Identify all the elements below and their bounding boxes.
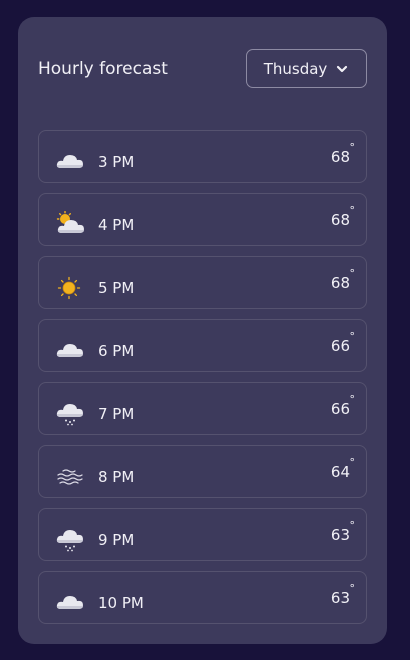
forecast-temp: 68 xyxy=(330,274,350,292)
forecast-temp: 64 xyxy=(330,463,350,481)
forecast-row: 4 PM 68 ° xyxy=(38,193,367,246)
forecast-time: 8 PM xyxy=(98,468,135,486)
forecast-time: 5 PM xyxy=(98,279,135,297)
forecast-time: 3 PM xyxy=(98,153,135,171)
cloud-icon xyxy=(56,155,83,168)
forecast-row: 5 PM 68 ° xyxy=(38,256,367,309)
forecast-time: 10 PM xyxy=(98,594,144,612)
cloud-icon xyxy=(56,344,83,357)
forecast-temp: 63 xyxy=(330,589,350,607)
degree-symbol: ° xyxy=(349,141,356,154)
forecast-row: 9 PM 63 ° xyxy=(38,508,367,561)
degree-symbol: ° xyxy=(349,582,356,595)
forecast-temp: 66 xyxy=(330,400,350,418)
forecast-temp: 68 xyxy=(330,148,350,166)
forecast-temp: 68 xyxy=(330,211,350,229)
degree-symbol: ° xyxy=(349,393,356,406)
degree-symbol: ° xyxy=(349,519,356,532)
forecast-row: 3 PM 68 ° xyxy=(38,130,367,183)
cloud-snow-icon xyxy=(56,530,83,552)
forecast-time: 7 PM xyxy=(98,405,135,423)
chevron-down-icon xyxy=(337,65,348,72)
fog-icon xyxy=(57,469,83,485)
degree-symbol: ° xyxy=(349,330,356,343)
hourly-forecast-card: Hourly forecast Thusday 3 PM 68 ° 4 PM 6… xyxy=(18,17,387,644)
forecast-row: 10 PM 63 ° xyxy=(38,571,367,624)
sun-icon xyxy=(57,276,81,300)
forecast-time: 4 PM xyxy=(98,216,135,234)
forecast-row: 8 PM 64 ° xyxy=(38,445,367,498)
day-select-value: Thusday xyxy=(263,59,328,78)
day-select-dropdown[interactable]: Thusday xyxy=(246,49,367,88)
partly-sunny-icon xyxy=(56,211,84,233)
forecast-time: 6 PM xyxy=(98,342,135,360)
forecast-time: 9 PM xyxy=(98,531,135,549)
degree-symbol: ° xyxy=(349,456,356,469)
degree-symbol: ° xyxy=(349,267,356,280)
forecast-row: 7 PM 66 ° xyxy=(38,382,367,435)
cloud-snow-icon xyxy=(56,404,83,426)
forecast-temp: 66 xyxy=(330,337,350,355)
cloud-icon xyxy=(56,596,83,609)
forecast-temp: 63 xyxy=(330,526,350,544)
degree-symbol: ° xyxy=(349,204,356,217)
forecast-row: 6 PM 66 ° xyxy=(38,319,367,372)
card-title: Hourly forecast xyxy=(38,59,168,79)
